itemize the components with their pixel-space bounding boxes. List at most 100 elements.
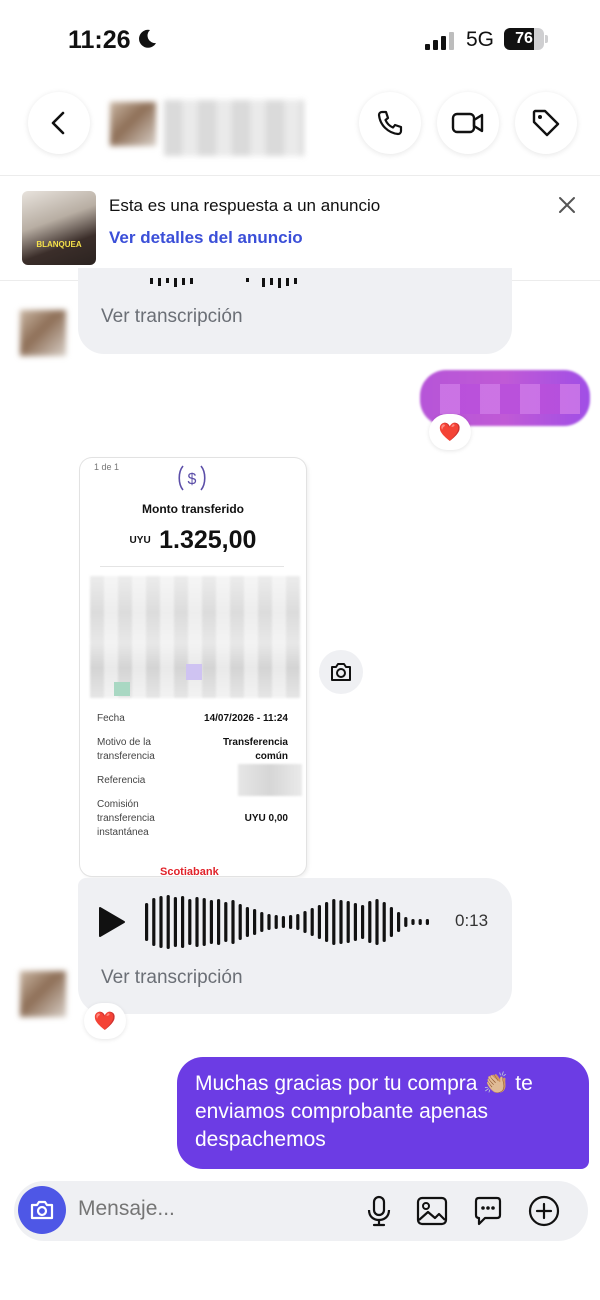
camera-icon xyxy=(30,1200,54,1220)
receipt-row-value: Transferencia común xyxy=(222,737,288,762)
outgoing-message-text: Muchas gracias por tu compra 👏🏼 te envia… xyxy=(195,1072,533,1151)
waveform-bar xyxy=(382,902,386,942)
waveform-bar xyxy=(274,915,278,929)
waveform-bar xyxy=(389,907,393,937)
waveform-bar xyxy=(202,898,206,946)
contact-name-blurred[interactable] xyxy=(164,100,304,156)
waveform-bar xyxy=(173,897,177,947)
receipt-row-label: Comisión transferencia instantánea xyxy=(97,799,155,838)
ad-reply-banner: BLANQUEA Esta es una respuesta a un anun… xyxy=(0,177,600,281)
camera-icon xyxy=(331,663,351,681)
image-icon xyxy=(416,1196,448,1226)
heart-icon: ❤️ xyxy=(438,421,462,442)
receipt-amount-value: 1.325,00 xyxy=(159,526,257,554)
add-button[interactable] xyxy=(526,1193,562,1229)
signal-icon xyxy=(425,32,454,50)
status-time: 11:26 xyxy=(68,26,131,54)
phone-icon xyxy=(377,110,403,136)
waveform-bar xyxy=(188,899,192,945)
receipt-divider xyxy=(100,566,284,567)
waveform-icon xyxy=(150,278,297,288)
waveform-bar xyxy=(217,899,221,945)
ad-banner-title: Esta es una respuesta a un anuncio xyxy=(109,196,381,215)
battery-icon: 76 xyxy=(504,28,548,50)
back-button[interactable] xyxy=(28,92,90,154)
waveform-bar xyxy=(253,909,257,935)
reaction-heart[interactable]: ❤️ xyxy=(84,1003,126,1039)
waveform-bar xyxy=(267,914,271,930)
waveform-bar xyxy=(281,916,285,928)
heart-icon: ❤️ xyxy=(93,1010,117,1031)
receipt-currency: UYU xyxy=(129,535,151,546)
call-button[interactable] xyxy=(359,92,421,154)
receipt-bank-logo: Scotiabank xyxy=(160,866,219,876)
waveform-bar xyxy=(353,903,357,941)
play-icon[interactable] xyxy=(97,906,127,938)
ad-thumbnail-text: BLANQUEA xyxy=(36,240,82,249)
receipt-row-label: Referencia xyxy=(97,775,146,786)
waveform-bar xyxy=(159,896,163,948)
blurred-text xyxy=(440,384,580,414)
chat-bubble-icon xyxy=(474,1196,502,1226)
waveform-bar xyxy=(166,895,170,949)
waveform-bar xyxy=(195,897,199,947)
receipt-amount: UYU 1.325,00 xyxy=(80,526,306,555)
receipt-row-value: UYU 0,00 xyxy=(244,813,288,824)
waveform-bar xyxy=(375,899,379,945)
waveform-bar xyxy=(231,900,235,944)
blurred-pixel xyxy=(114,682,130,696)
video-call-button[interactable] xyxy=(437,92,499,154)
chat-header xyxy=(0,80,600,176)
camera-button[interactable] xyxy=(18,1186,66,1234)
receipt-image[interactable]: 1 de 1 $ Monto transferido UYU 1.325,00 … xyxy=(80,458,306,876)
status-bar: 11:26 5G 76 xyxy=(0,0,600,80)
gallery-button[interactable] xyxy=(414,1193,450,1229)
waveform-bar xyxy=(332,899,336,945)
waveform-bar xyxy=(289,915,293,929)
message-input[interactable] xyxy=(78,1197,338,1221)
outgoing-message[interactable]: Muchas gracias por tu compra 👏🏼 te envia… xyxy=(177,1057,589,1169)
waveform-bar xyxy=(368,901,372,943)
transcript-link[interactable]: Ver transcripción xyxy=(101,967,243,989)
waveform-bar xyxy=(224,902,228,942)
ad-details-link[interactable]: Ver detalles del anuncio xyxy=(109,228,303,248)
receipt-page-number: 1 de 1 xyxy=(94,462,120,472)
back-icon xyxy=(51,111,65,135)
waveform-bar xyxy=(303,911,307,933)
label-button[interactable] xyxy=(515,92,577,154)
sender-avatar xyxy=(20,310,66,356)
waveform-bar xyxy=(152,898,156,946)
network-label: 5G xyxy=(466,28,495,51)
transcript-link[interactable]: Ver transcripción xyxy=(101,306,243,328)
waveform-bar xyxy=(346,901,350,943)
waveform-bar xyxy=(411,919,415,925)
contact-avatar[interactable] xyxy=(110,102,156,146)
view-photo-button[interactable] xyxy=(319,650,363,694)
waveform-bar xyxy=(425,919,429,925)
video-icon xyxy=(451,112,484,134)
tag-icon xyxy=(532,109,560,137)
sender-avatar xyxy=(20,971,66,1017)
waveform-bar xyxy=(310,908,314,936)
waveform-icon[interactable] xyxy=(145,893,437,951)
waveform-bar xyxy=(404,917,408,927)
receipt-row-value: 14/07/2026 - 11:24 xyxy=(204,713,288,724)
reaction-heart[interactable]: ❤️ xyxy=(429,414,471,450)
waveform-bar xyxy=(260,912,264,932)
plus-circle-icon xyxy=(528,1195,560,1227)
svg-text:$: $ xyxy=(188,471,197,488)
sticker-button[interactable] xyxy=(470,1193,506,1229)
waveform-bar xyxy=(296,914,300,930)
waveform-bar xyxy=(397,912,401,932)
close-icon[interactable] xyxy=(556,194,578,216)
ad-thumbnail[interactable]: BLANQUEA xyxy=(22,191,96,265)
reference-blurred xyxy=(238,764,302,796)
waveform-bar xyxy=(339,900,343,944)
waveform-bar xyxy=(317,905,321,939)
waveform-bar xyxy=(418,919,422,925)
microphone-button[interactable] xyxy=(361,1193,397,1229)
receipt-row-label: Motivo de la transferencia xyxy=(97,737,155,762)
moon-icon xyxy=(139,29,156,48)
battery-percent: 76 xyxy=(515,30,533,47)
receipt-title: Monto transferido xyxy=(142,502,244,516)
